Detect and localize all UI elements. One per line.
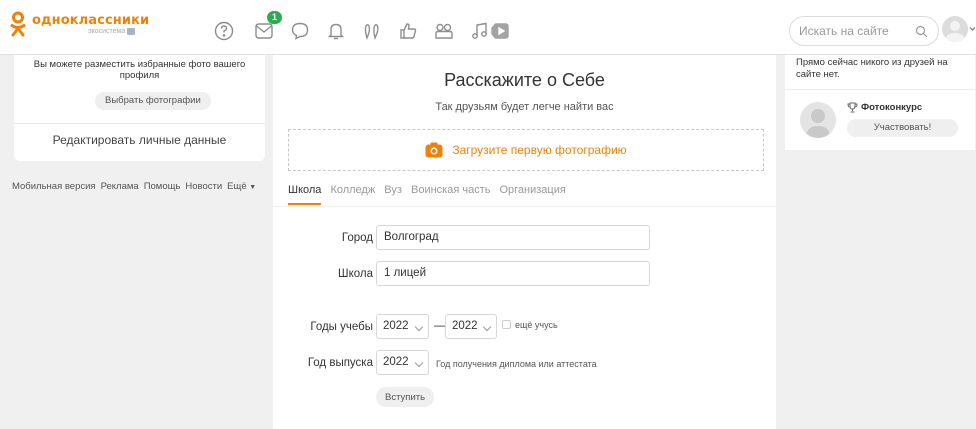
- year-from-select[interactable]: 2022: [376, 314, 429, 339]
- video-icon[interactable]: [490, 20, 512, 42]
- chevron-down-icon: [414, 358, 424, 368]
- top-header: одноклассники экосистема 1: [0, 0, 976, 55]
- graduation-year-select[interactable]: 2022: [376, 350, 429, 375]
- choose-photos-button[interactable]: Выбрать фотографии: [95, 92, 211, 110]
- page-subtitle: Так друзьям будет легче найти вас: [435, 101, 614, 113]
- join-button[interactable]: Вступить: [376, 387, 435, 407]
- graduation-year-value: 2022: [383, 356, 409, 368]
- profile-photos-card: Вы можете разместить избранные фото ваше…: [14, 55, 265, 161]
- footer-link-mobile[interactable]: Мобильная версия: [12, 181, 96, 192]
- footer-link-ads[interactable]: Реклама: [101, 181, 139, 192]
- page-title: Расскажите о Себе: [444, 70, 605, 90]
- tab-university[interactable]: Вуз: [384, 184, 402, 205]
- ok-logo-icon: [10, 11, 26, 39]
- school-label: Школа: [338, 268, 373, 280]
- triangle-down-icon: ▼: [249, 184, 257, 191]
- friends-icon[interactable]: [433, 20, 455, 42]
- contest-avatar[interactable]: [800, 102, 836, 138]
- divider: [785, 89, 975, 90]
- messages-icon[interactable]: 1: [253, 11, 283, 42]
- search-input[interactable]: [799, 24, 909, 38]
- city-field[interactable]: [376, 225, 650, 250]
- chevron-down-icon: [482, 322, 492, 332]
- footer-link-more[interactable]: Ещё ▼: [227, 181, 256, 192]
- still-studying-label[interactable]: ещё учусь: [515, 320, 558, 330]
- ok-logo[interactable]: одноклассники экосистема: [10, 11, 149, 39]
- divider: [14, 123, 265, 124]
- tab-military-unit[interactable]: Воинская часть: [411, 184, 490, 205]
- trophy-icon: [847, 102, 858, 113]
- photo-hint: Вы можете разместить избранные фото ваше…: [33, 59, 246, 81]
- education-tabs: Школа Колледж Вуз Воинская часть Организ…: [288, 184, 566, 205]
- footer-links: Мобильная версия Реклама Помощь Новости …: [12, 181, 256, 192]
- study-years-label: Годы учебы: [310, 321, 373, 333]
- tab-college[interactable]: Колледж: [330, 184, 375, 205]
- music-icon[interactable]: [469, 20, 491, 42]
- messages-badge: 1: [267, 11, 283, 24]
- user-avatar[interactable]: [942, 16, 968, 42]
- year-to-select[interactable]: 2022: [445, 314, 497, 339]
- help-icon[interactable]: [213, 20, 235, 42]
- guests-icon[interactable]: [361, 20, 383, 42]
- about-me-panel: Расскажите о Себе Так друзьям будет легч…: [273, 55, 776, 429]
- friends-online-card: Прямо сейчас никого из друзей на сайте н…: [785, 55, 975, 150]
- camera-icon: [425, 142, 443, 158]
- likes-icon[interactable]: [397, 20, 419, 42]
- upload-photo-area[interactable]: Загрузите первую фотографию: [288, 129, 764, 171]
- upload-photo-label: Загрузите первую фотографию: [452, 143, 627, 157]
- footer-link-news[interactable]: Новости: [185, 181, 222, 192]
- year-from-value: 2022: [383, 320, 409, 332]
- logo-title: одноклассники: [32, 13, 150, 28]
- photo-contest-label: Фотоконкурс: [861, 102, 923, 113]
- discussions-icon[interactable]: [289, 20, 311, 42]
- chevron-down-icon: [414, 322, 424, 332]
- logo-subtitle: экосистема: [88, 28, 126, 35]
- notifications-icon[interactable]: [325, 20, 347, 42]
- search-box[interactable]: [789, 16, 939, 46]
- school-field[interactable]: [376, 261, 650, 286]
- tabs-divider: [273, 206, 776, 207]
- participate-button[interactable]: Участвовать!: [847, 119, 958, 137]
- edit-personal-link[interactable]: Редактировать личные данные: [14, 133, 265, 147]
- tab-school[interactable]: Школа: [288, 184, 322, 205]
- photo-contest-title[interactable]: Фотоконкурс: [847, 102, 922, 113]
- no-friends-online-text: Прямо сейчас никого из друзей на сайте н…: [796, 57, 948, 80]
- footer-link-help[interactable]: Помощь: [144, 181, 181, 192]
- graduation-hint: Год получения диплома или аттестата: [436, 359, 597, 369]
- city-label: Город: [341, 232, 373, 244]
- tab-organization[interactable]: Организация: [499, 184, 565, 205]
- graduation-year-label: Год выпуска: [307, 357, 373, 369]
- year-to-value: 2022: [452, 320, 478, 332]
- vk-icon: [127, 28, 136, 35]
- school-input[interactable]: [384, 267, 624, 279]
- search-icon[interactable]: [915, 25, 928, 38]
- chevron-down-icon[interactable]: [969, 26, 976, 32]
- still-studying-checkbox[interactable]: [502, 320, 511, 329]
- city-input[interactable]: [384, 231, 624, 243]
